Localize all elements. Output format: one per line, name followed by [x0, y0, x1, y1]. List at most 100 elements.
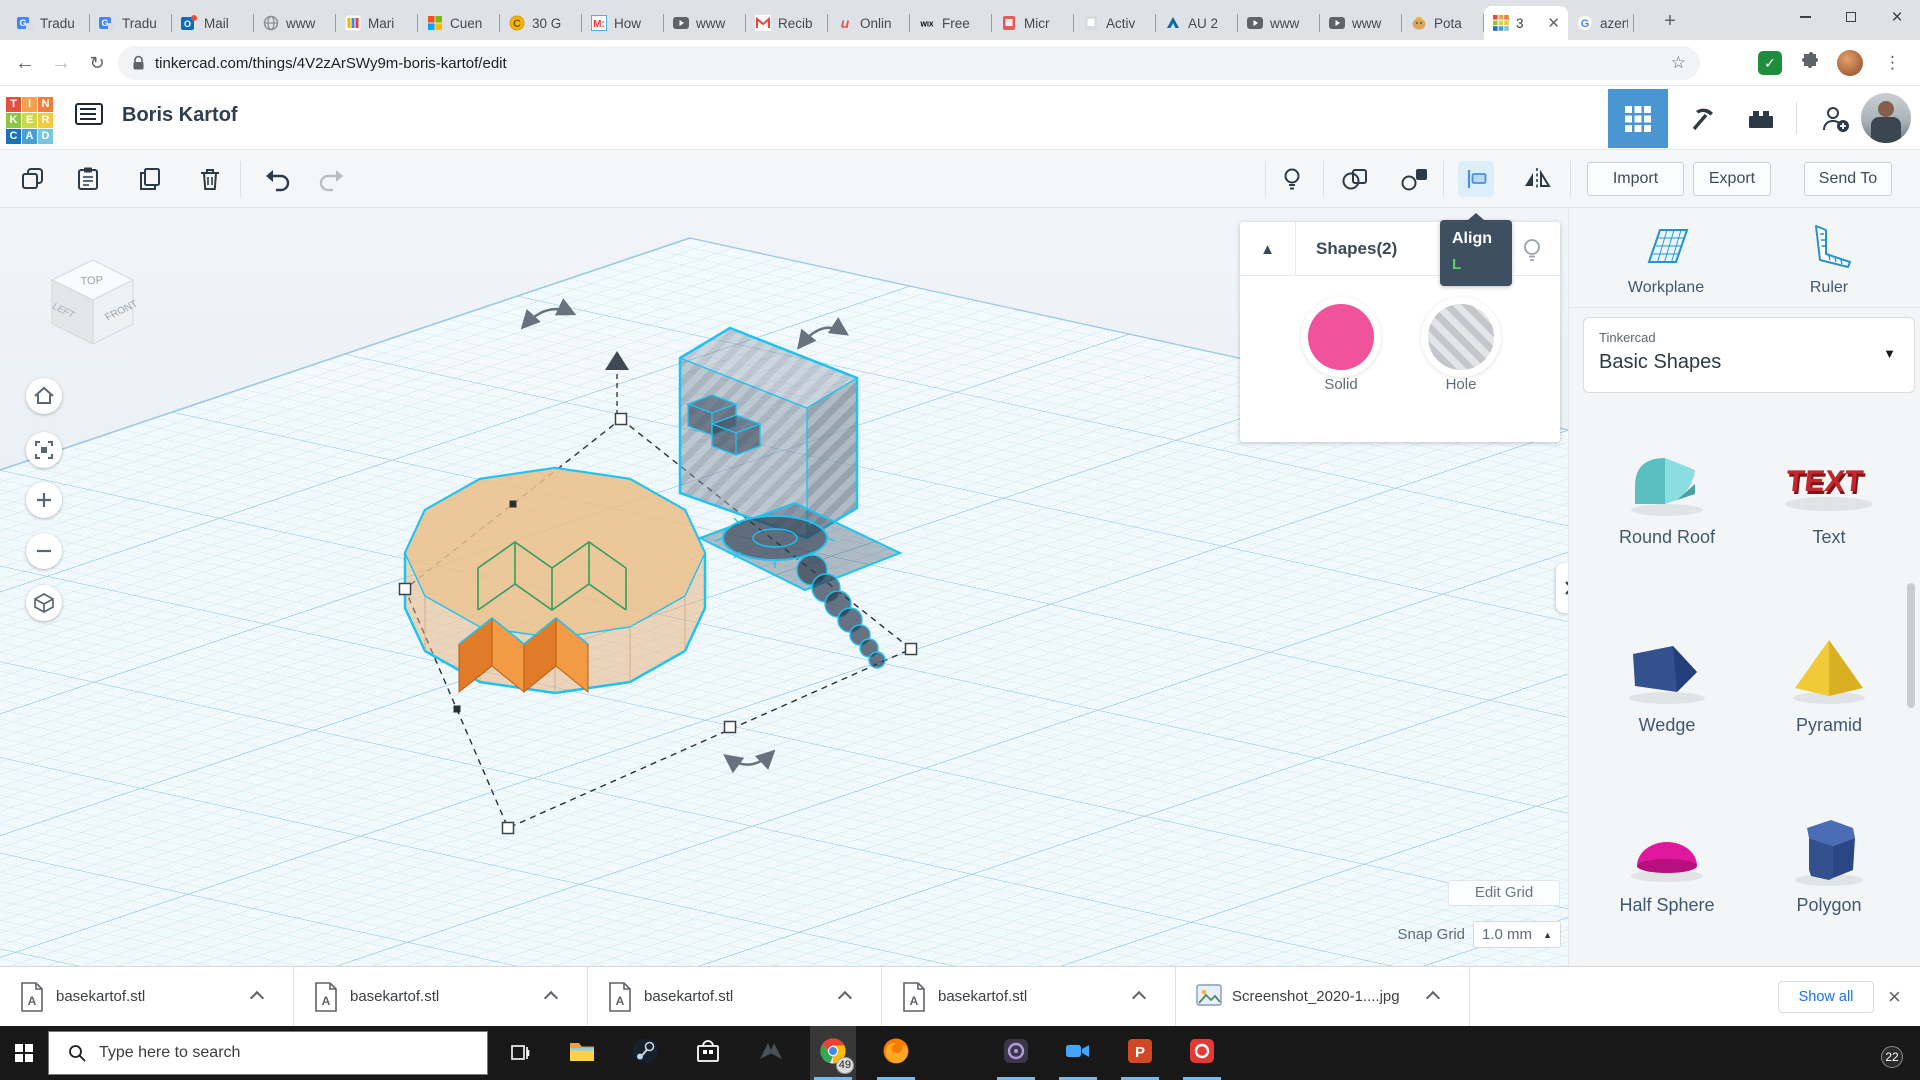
fit-view-button[interactable] [26, 432, 62, 468]
taskbar-app-camera[interactable] [1055, 1026, 1101, 1080]
browser-profile-avatar[interactable] [1837, 50, 1863, 76]
browser-tab-14[interactable]: Activ [1074, 6, 1156, 40]
task-view-button[interactable] [497, 1026, 543, 1080]
align-button[interactable] [1458, 161, 1494, 197]
taskbar-app-red[interactable] [1179, 1026, 1225, 1080]
close-downloads-bar-button[interactable]: × [1888, 983, 1901, 1011]
workplane-tool[interactable]: Workplane [1606, 222, 1726, 297]
group-button[interactable] [1339, 163, 1371, 195]
ungroup-button[interactable] [1399, 163, 1431, 195]
taskbar-app-steam[interactable] [622, 1026, 668, 1080]
tab-close-icon[interactable]: ✕ [1545, 16, 1562, 31]
browser-tab-7[interactable]: C30 G [500, 6, 582, 40]
browser-tab-1[interactable]: GTradu [8, 6, 90, 40]
panel-collapse-button[interactable]: ▲ [1240, 222, 1296, 276]
download-item-5[interactable]: Screenshot_2020-1....jpg [1176, 967, 1470, 1027]
brick-export-button[interactable] [1732, 89, 1790, 148]
undo-button[interactable] [261, 163, 293, 195]
browser-tab-18[interactable]: Pota [1402, 6, 1484, 40]
sidebar-scrollbar[interactable] [1907, 583, 1915, 708]
viewcube-top-label[interactable]: TOP [80, 274, 103, 287]
reload-button[interactable]: ↻ [80, 40, 114, 86]
zoom-out-button[interactable] [26, 533, 62, 569]
download-menu-caret-icon[interactable] [1132, 991, 1146, 1005]
close-window-button[interactable]: × [1874, 0, 1920, 34]
browser-tab-6[interactable]: Cuen [418, 6, 500, 40]
ruler-tool[interactable]: Ruler [1769, 222, 1889, 297]
browser-tab-10[interactable]: Recib [746, 6, 828, 40]
browser-tab-16[interactable]: www [1238, 6, 1320, 40]
taskbar-app-chrome[interactable]: 49 [810, 1026, 856, 1080]
design-title[interactable]: Boris Kartof [122, 104, 238, 127]
shape-wedge[interactable]: Wedge [1597, 628, 1737, 736]
solid-swatch[interactable] [1308, 304, 1374, 370]
download-menu-caret-icon[interactable] [544, 991, 558, 1005]
browser-menu-icon[interactable]: ⋮ [1884, 50, 1901, 76]
invite-people-button[interactable] [1806, 89, 1864, 148]
hide-selected-icon[interactable] [1520, 236, 1544, 269]
browser-tab-2[interactable]: GTradu [90, 6, 172, 40]
minecraft-export-button[interactable] [1673, 89, 1731, 148]
shape-round-roof[interactable]: Round Roof [1597, 440, 1737, 548]
download-item-3[interactable]: Abasekartof.stl [588, 967, 882, 1027]
copy-button[interactable] [17, 163, 49, 195]
zoom-in-button[interactable] [26, 482, 62, 518]
taskbar-app-purple[interactable] [993, 1026, 1039, 1080]
taskbar-search[interactable] [48, 1031, 488, 1075]
tinkercad-logo[interactable]: TINKERCAD [6, 97, 53, 144]
browser-tab-11[interactable]: uOnlin [828, 6, 910, 40]
address-bar[interactable]: tinkercad.com/things/4V2zArSWy9m-boris-k… [118, 46, 1700, 80]
duplicate-button[interactable] [134, 163, 166, 195]
browser-tab-17[interactable]: www [1320, 6, 1402, 40]
browser-tab-8[interactable]: M:How [582, 6, 664, 40]
maximize-button[interactable] [1828, 0, 1874, 34]
bookmark-star-icon[interactable]: ☆ [1671, 53, 1686, 73]
paste-button[interactable] [72, 163, 104, 195]
home-view-button[interactable] [26, 378, 62, 414]
browser-tab-5[interactable]: Mari [336, 6, 418, 40]
view-cube[interactable]: TOP LEFT FRONT [40, 238, 150, 353]
edit-grid-button[interactable]: Edit Grid [1448, 880, 1560, 906]
show-all-downloads-button[interactable]: Show all [1778, 981, 1874, 1013]
taskbar-app-store[interactable] [685, 1026, 731, 1080]
back-button[interactable]: ← [8, 40, 42, 86]
browser-tab-9[interactable]: www [664, 6, 746, 40]
mirror-button[interactable] [1521, 163, 1553, 195]
browser-tab-13[interactable]: Micr [992, 6, 1074, 40]
delete-button[interactable] [194, 163, 226, 195]
download-item-1[interactable]: Abasekartof.stl [0, 967, 294, 1027]
designs-menu-icon[interactable] [75, 103, 103, 125]
browser-tab-15[interactable]: AU 2 [1156, 6, 1238, 40]
forward-button[interactable]: → [44, 40, 78, 86]
taskbar-app-powerpoint[interactable]: P [1117, 1026, 1163, 1080]
start-button[interactable] [0, 1026, 48, 1080]
browser-tab-3[interactable]: OMail [172, 6, 254, 40]
shape-polygon[interactable]: Polygon [1759, 808, 1899, 916]
browser-tab-4[interactable]: www [254, 6, 336, 40]
minimize-button[interactable] [1782, 0, 1828, 34]
redo-button[interactable] [316, 163, 348, 195]
new-tab-button[interactable]: + [1656, 8, 1684, 36]
extensions-puzzle-icon[interactable] [1800, 51, 1822, 78]
snap-grid-select[interactable]: 1.0 mm ▲ [1473, 921, 1561, 948]
import-button[interactable]: Import [1587, 162, 1684, 196]
taskbar-app-game[interactable] [748, 1026, 794, 1080]
shape-text[interactable]: TEXTTEXTText [1759, 440, 1899, 548]
browser-tab-20[interactable]: Gazert [1568, 6, 1634, 40]
perspective-toggle-button[interactable] [26, 585, 62, 621]
taskbar-app-explorer[interactable] [559, 1026, 605, 1080]
shape-library-select[interactable]: Tinkercad Basic Shapes ▼ [1583, 317, 1915, 393]
shape-half-sphere[interactable]: Half Sphere [1597, 808, 1737, 916]
export-button[interactable]: Export [1693, 162, 1771, 196]
user-avatar[interactable] [1861, 93, 1911, 143]
browser-tab-12[interactable]: WIXFree [910, 6, 992, 40]
download-item-4[interactable]: Abasekartof.stl [882, 967, 1176, 1027]
show-hidden-button[interactable] [1276, 163, 1308, 195]
download-menu-caret-icon[interactable] [250, 991, 264, 1005]
shape-pyramid[interactable]: Pyramid [1759, 628, 1899, 736]
send-to-button[interactable]: Send To [1804, 162, 1892, 196]
search-input[interactable] [97, 1043, 427, 1063]
download-item-2[interactable]: Abasekartof.stl [294, 967, 588, 1027]
taskbar-app-firefox[interactable] [873, 1026, 919, 1080]
hole-swatch[interactable] [1428, 304, 1494, 370]
